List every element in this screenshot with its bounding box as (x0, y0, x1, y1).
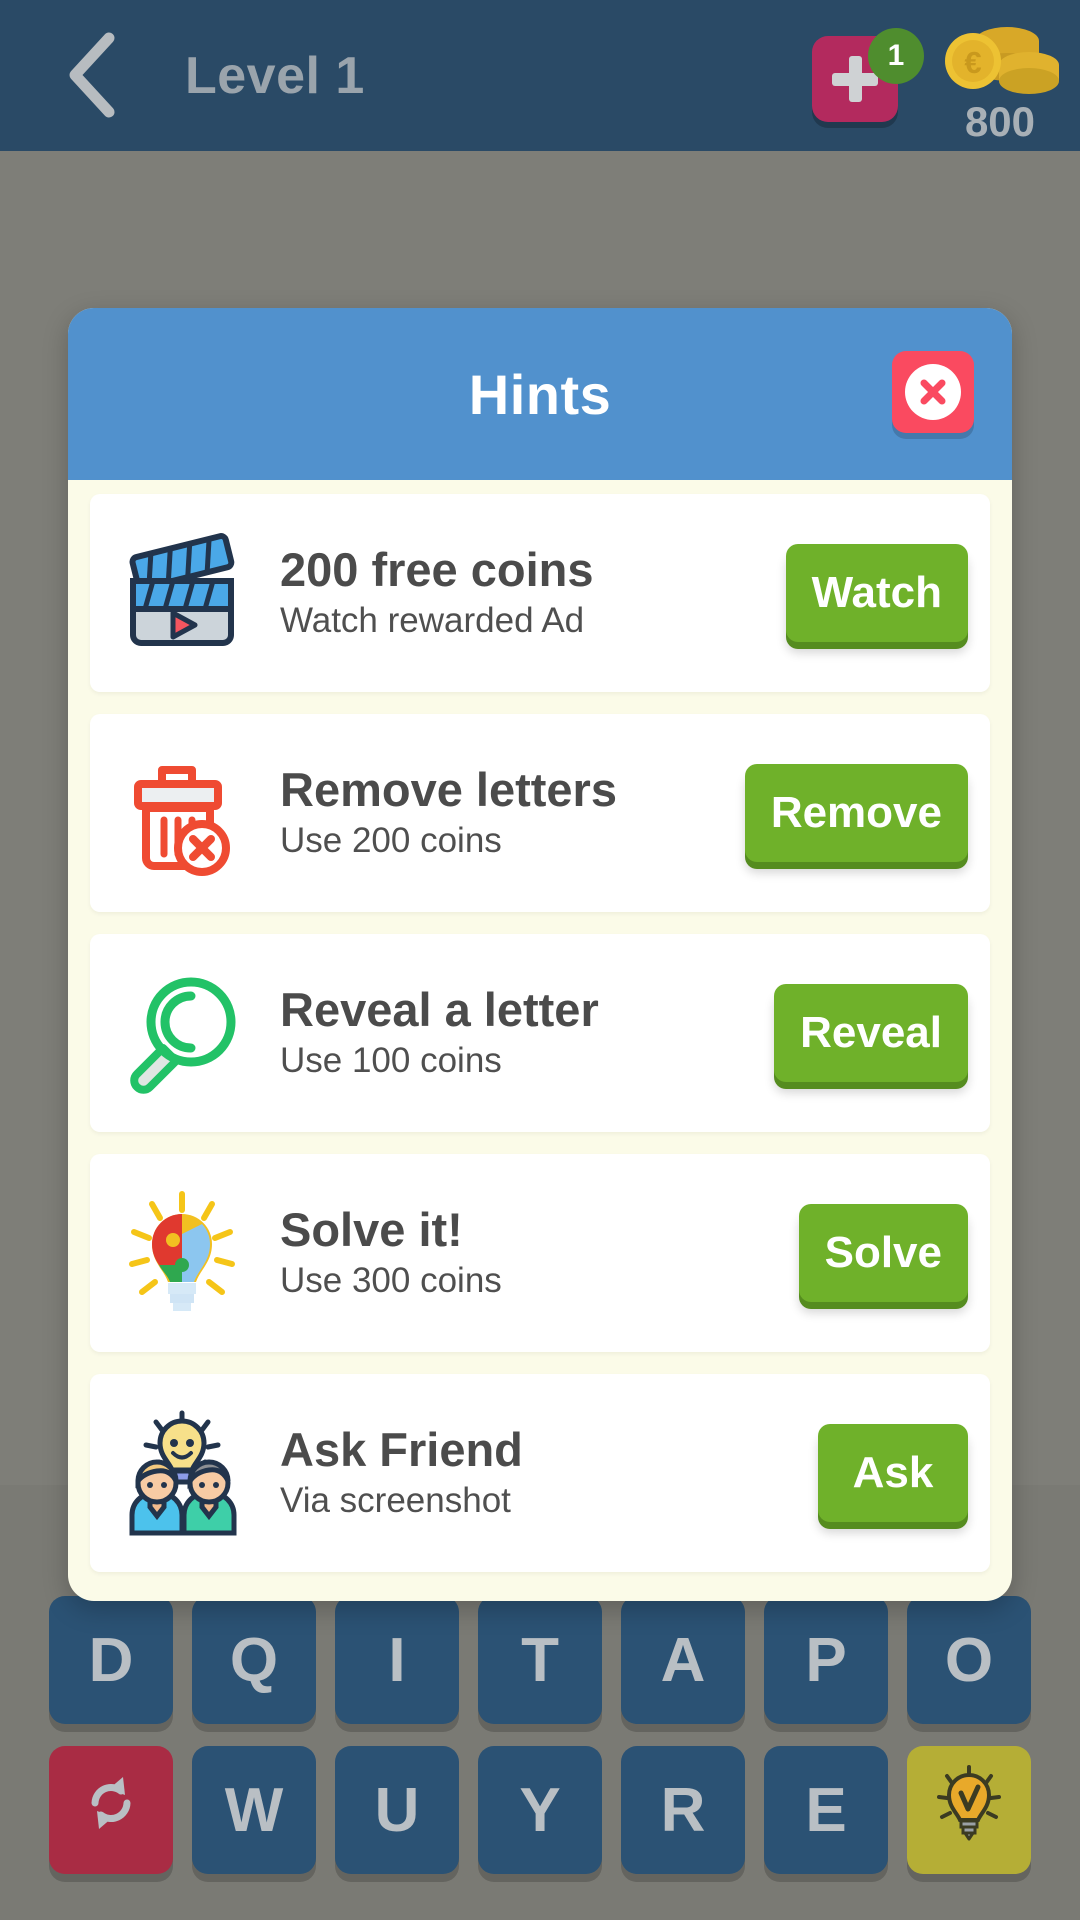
hint-title: 200 free coins (280, 542, 594, 596)
coin-stack-icon: € (930, 18, 1070, 96)
svg-text:€: € (964, 45, 981, 80)
key-d[interactable]: D (49, 1596, 173, 1724)
key-t[interactable]: T (478, 1596, 602, 1724)
key-e[interactable]: E (764, 1746, 888, 1874)
watch-button[interactable]: Watch (785, 544, 968, 642)
hint-subtitle: Use 200 coins (280, 821, 502, 861)
coin-balance[interactable]: € 800 (930, 18, 1070, 146)
key-q[interactable]: Q (192, 1596, 316, 1724)
close-button[interactable] (892, 351, 974, 433)
letter-keyboard: D Q I T A P O W U Y R E (0, 1596, 1080, 1896)
coin-amount: 800 (964, 98, 1036, 145)
trash-delete-icon (108, 738, 256, 888)
hint-row[interactable]: Ask Friend Via screenshot Ask (90, 1374, 990, 1572)
hint-text: Reveal a letter Use 100 coins (256, 982, 774, 1082)
keyboard-row-1: D Q I T A P O (0, 1596, 1080, 1724)
hint-subtitle: Use 300 coins (280, 1261, 502, 1301)
back-button[interactable] (44, 28, 138, 122)
hint-subtitle: Watch rewarded Ad (280, 601, 585, 641)
chevron-left-icon (65, 32, 117, 118)
two-people-bulb-icon (108, 1398, 256, 1548)
ask-button[interactable]: Ask (818, 1424, 968, 1522)
add-coins-button[interactable]: 1 (812, 28, 924, 124)
solve-button[interactable]: Solve (798, 1204, 968, 1302)
page-title: Level 1 (185, 47, 365, 105)
key-u[interactable]: U (335, 1746, 459, 1874)
dialog-title: Hints (468, 362, 612, 426)
hint-text: Solve it! Use 300 coins (256, 1202, 799, 1302)
hint-subtitle: Use 100 coins (280, 1041, 502, 1081)
remove-button[interactable]: Remove (744, 764, 968, 862)
top-bar: Level 1 1 € 800 (0, 0, 1080, 151)
hint-title: Reveal a letter (280, 982, 599, 1036)
add-coins-badge: 1 (868, 28, 924, 84)
keyboard-row-2: W U Y R E (0, 1746, 1080, 1874)
hint-title: Solve it! (280, 1202, 463, 1256)
reveal-button[interactable]: Reveal (774, 984, 968, 1082)
hint-text: Ask Friend Via screenshot (256, 1422, 818, 1522)
puzzle-bulb-icon (108, 1178, 256, 1328)
hint-text: 200 free coins Watch rewarded Ad (256, 542, 786, 642)
hints-dialog: Hints 200 free coins Watch rewarded Ad W… (68, 308, 1012, 1601)
shuffle-button[interactable] (49, 1746, 173, 1874)
key-i[interactable]: I (335, 1596, 459, 1724)
hint-row[interactable]: Remove letters Use 200 coins Remove (90, 714, 990, 912)
shuffle-icon (79, 1771, 143, 1850)
hint-text: Remove letters Use 200 coins (256, 762, 745, 862)
dialog-header: Hints (68, 308, 1012, 480)
key-p[interactable]: P (764, 1596, 888, 1724)
key-o[interactable]: O (907, 1596, 1031, 1724)
hints-list: 200 free coins Watch rewarded Ad Watch R… (68, 480, 1012, 1601)
key-a[interactable]: A (621, 1596, 745, 1724)
hint-subtitle: Via screenshot (280, 1481, 511, 1521)
key-y[interactable]: Y (478, 1746, 602, 1874)
clapperboard-icon (108, 518, 256, 668)
key-r[interactable]: R (621, 1746, 745, 1874)
hint-key-button[interactable] (907, 1746, 1031, 1874)
hint-row[interactable]: 200 free coins Watch rewarded Ad Watch (90, 494, 990, 692)
hint-title: Remove letters (280, 762, 617, 816)
hint-row[interactable]: Solve it! Use 300 coins Solve (90, 1154, 990, 1352)
magnifier-icon (108, 958, 256, 1108)
lightbulb-icon (934, 1764, 1004, 1856)
hint-row[interactable]: Reveal a letter Use 100 coins Reveal (90, 934, 990, 1132)
close-x-icon (905, 364, 961, 420)
hint-title: Ask Friend (280, 1422, 523, 1476)
key-w[interactable]: W (192, 1746, 316, 1874)
